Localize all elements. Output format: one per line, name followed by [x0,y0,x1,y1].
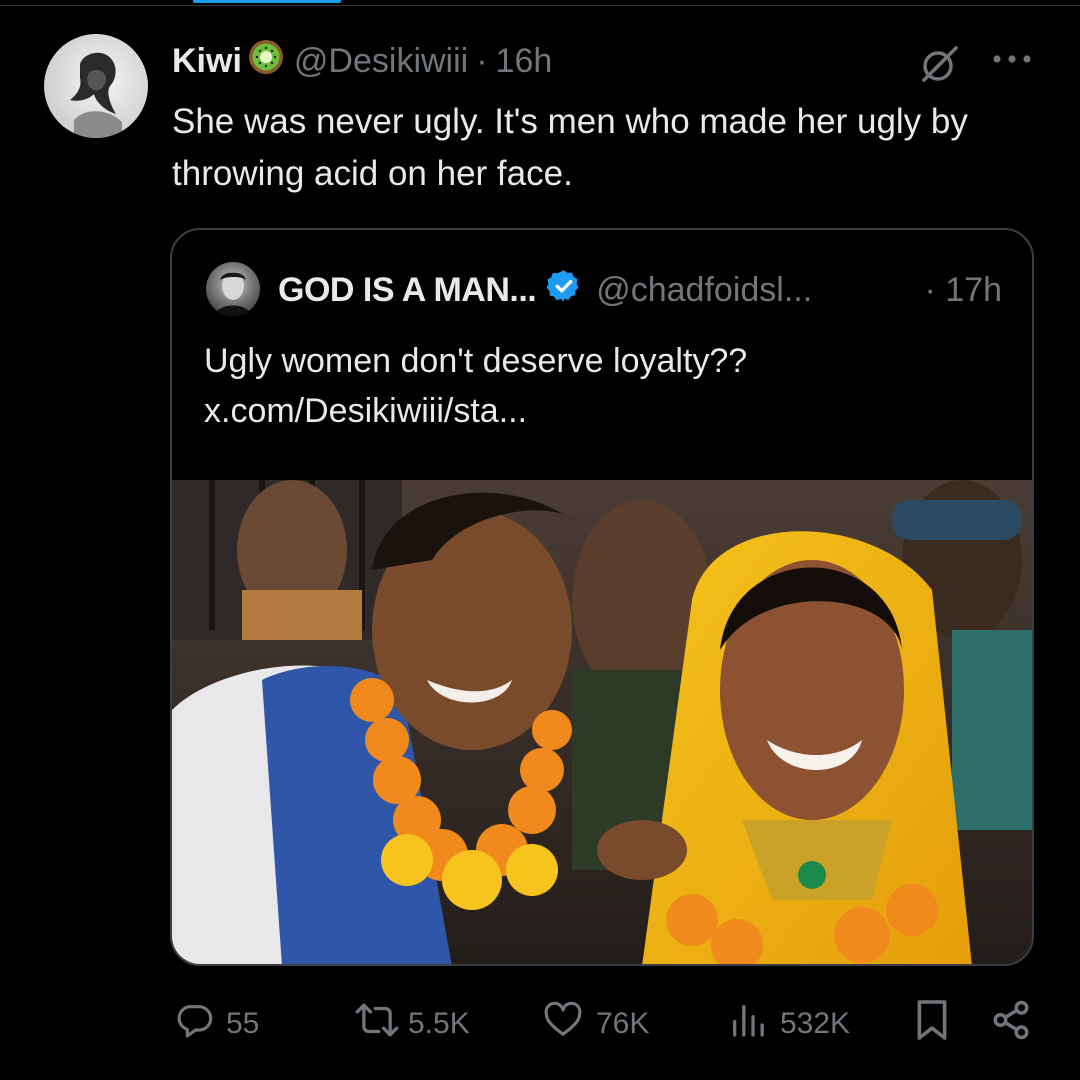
quoted-photo[interactable] [172,480,1032,964]
quoted-header: GOD IS A MAN... @chadfoidsl... [278,266,1018,314]
action-bar: 55 5.5K 76K 532K [0,996,1080,1052]
views-count: 532K [780,1007,851,1040]
views-icon [728,1000,768,1048]
quoted-time[interactable]: · 17h [925,266,1003,314]
quoted-link[interactable]: x.com/Desikiwiii/sta... [204,386,1004,436]
kiwi-icon [248,39,284,84]
quoted-avatar[interactable] [206,262,260,316]
views-button[interactable]: 532K [728,996,850,1052]
repost-button[interactable]: 5.5K [354,996,470,1052]
repost-count: 5.5K [408,1007,470,1040]
repost-icon [354,1000,400,1048]
quoted-text-line: Ugly women don't deserve loyalty?? [204,342,748,380]
top-rule [0,0,1080,6]
share-icon [990,999,1032,1049]
more-icon[interactable] [990,52,1034,71]
author-handle[interactable]: @Desikiwiii [294,42,468,81]
quoted-tweet[interactable]: GOD IS A MAN... @chadfoidsl... · 17h Ugl… [170,228,1034,966]
separator-dot: · [476,41,488,80]
tab-indicator [193,0,341,3]
author-name[interactable]: Kiwi [172,42,242,81]
reply-count: 55 [226,1007,260,1040]
tweet-time[interactable]: 16h [496,42,553,81]
verified-icon [546,268,582,313]
tweet-header: Kiwi @Desikiwiii · 16h [172,36,552,86]
quoted-author-name[interactable]: GOD IS A MAN... [278,271,537,310]
reply-button[interactable]: 55 [174,996,259,1052]
like-icon [542,1000,584,1048]
tweet-text: She was never ugly. It's men who made he… [172,102,968,193]
reply-icon [174,1000,214,1048]
quoted-author-handle[interactable]: @chadfoidsl... [596,271,812,310]
like-button[interactable]: 76K [542,996,649,1052]
like-count: 76K [596,1007,650,1040]
grok-icon[interactable] [918,42,962,91]
bookmark-icon [914,998,950,1050]
share-button[interactable] [990,996,1032,1052]
bookmark-button[interactable] [914,996,950,1052]
avatar[interactable] [44,34,148,138]
quoted-text: Ugly women don't deserve loyalty?? x.com… [204,336,1004,436]
